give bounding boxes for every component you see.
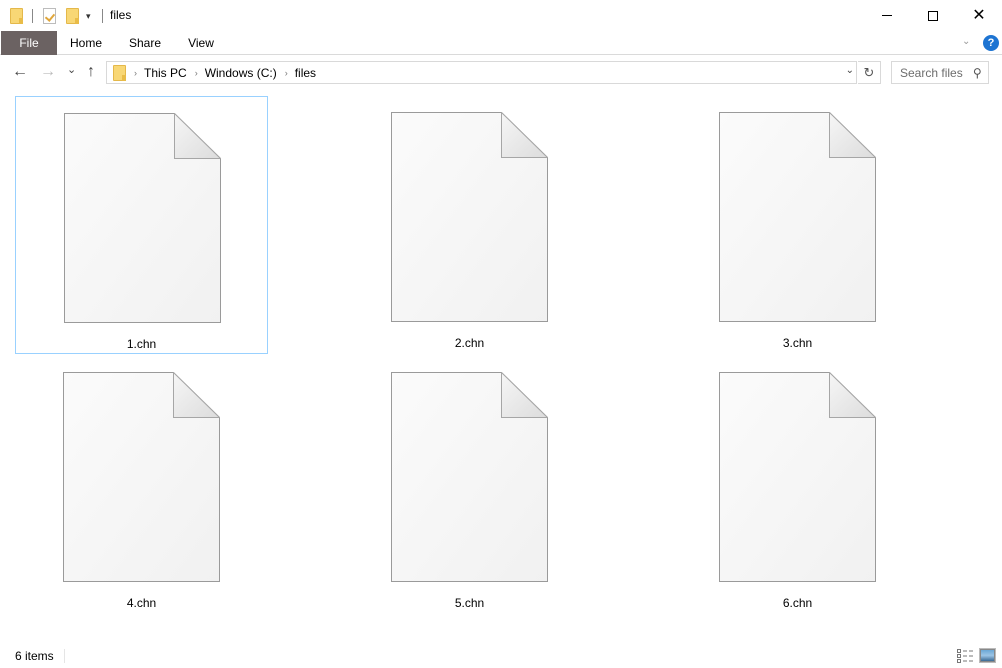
file-name: 1.chn xyxy=(126,337,157,351)
back-button[interactable]: ← xyxy=(12,64,28,80)
breadcrumb-this-pc[interactable]: This PC xyxy=(144,66,187,80)
file-item[interactable]: 6.chn xyxy=(671,356,924,614)
recent-locations-button[interactable]: ⌄ xyxy=(67,62,76,78)
new-folder-icon[interactable] xyxy=(66,6,79,26)
file-name: 6.chn xyxy=(782,596,813,610)
breadcrumb-windows-c[interactable]: Windows (C:) xyxy=(205,66,277,80)
close-button[interactable]: ✕ xyxy=(956,0,1002,31)
expand-ribbon-icon[interactable]: ⌄ xyxy=(962,36,970,47)
window-title: files xyxy=(110,8,132,22)
file-icon xyxy=(719,372,876,582)
title-bar: ▾ files ✕ xyxy=(0,0,1002,31)
properties-icon[interactable] xyxy=(43,6,56,26)
separator xyxy=(32,6,33,26)
tab-share[interactable]: Share xyxy=(120,31,170,55)
address-bar[interactable]: › This PC › Windows (C:) › files ⌄ xyxy=(106,61,857,84)
up-button[interactable]: ↑ xyxy=(87,64,95,80)
tab-file[interactable]: File xyxy=(1,31,57,55)
file-name: 4.chn xyxy=(126,596,157,610)
minimize-button[interactable] xyxy=(864,0,910,31)
tab-home[interactable]: Home xyxy=(62,31,110,55)
customize-dropdown-icon[interactable]: ▾ xyxy=(86,6,91,26)
separator xyxy=(102,6,103,26)
file-name: 2.chn xyxy=(454,336,485,350)
maximize-icon xyxy=(928,10,938,21)
status-bar: 6 items xyxy=(0,645,1002,668)
search-input[interactable]: Search files ⚲ xyxy=(891,61,989,84)
help-icon[interactable]: ? xyxy=(983,35,999,51)
address-dropdown-icon[interactable]: ⌄ xyxy=(846,65,854,76)
file-icon xyxy=(64,113,221,323)
minimize-icon xyxy=(882,15,892,16)
search-icon: ⚲ xyxy=(973,65,982,80)
file-item[interactable]: 2.chn xyxy=(343,96,596,354)
tab-view[interactable]: View xyxy=(178,31,224,55)
breadcrumb-separator: › xyxy=(284,67,288,78)
file-icon xyxy=(391,112,548,322)
file-list: 1.chn 2.chn 3.chn 4.chn 5.chn 6.chn xyxy=(0,90,1002,638)
folder-icon xyxy=(10,6,23,26)
folder-icon xyxy=(113,64,126,81)
ribbon-tabs: File Home Share View ⌄ ? xyxy=(0,31,1002,55)
file-item[interactable]: 5.chn xyxy=(343,356,596,614)
maximize-button[interactable] xyxy=(910,0,956,31)
file-icon xyxy=(391,372,548,582)
search-placeholder: Search files xyxy=(900,65,963,80)
file-icon xyxy=(63,372,220,582)
breadcrumb-separator: › xyxy=(194,67,198,78)
file-item[interactable]: 3.chn xyxy=(671,96,924,354)
refresh-icon: ↻ xyxy=(863,65,875,80)
item-count: 6 items xyxy=(15,649,54,663)
file-item[interactable]: 4.chn xyxy=(15,356,268,614)
forward-button[interactable]: → xyxy=(40,64,56,80)
navigation-bar: ← → ⌄ ↑ › This PC › Windows (C:) › files… xyxy=(0,56,1002,90)
large-icons-view-icon[interactable] xyxy=(979,648,996,663)
breadcrumb-separator: › xyxy=(134,67,137,78)
breadcrumb-files[interactable]: files xyxy=(295,66,316,80)
refresh-button[interactable]: ↻ xyxy=(858,61,881,84)
file-name: 3.chn xyxy=(782,336,813,350)
details-view-icon[interactable] xyxy=(957,649,973,663)
close-icon: ✕ xyxy=(972,6,986,24)
separator xyxy=(64,649,65,663)
file-name: 5.chn xyxy=(454,596,485,610)
file-item[interactable]: 1.chn xyxy=(15,96,268,354)
file-icon xyxy=(719,112,876,322)
